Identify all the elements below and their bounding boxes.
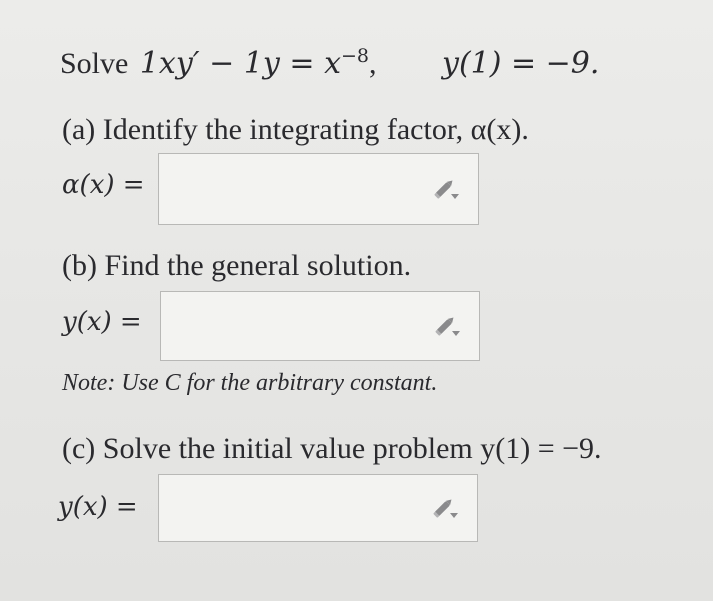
equation: 1xy′ − 1y = x <box>139 46 341 81</box>
pencil-edit-icon[interactable] <box>433 315 461 337</box>
part-b-prompt: (b) Find the general solution. <box>62 249 412 282</box>
equation-exponent: −8 <box>340 45 369 67</box>
part-b-answer-label: y(x) = <box>62 307 142 337</box>
worksheet-page: Solve 1xy′ − 1y = x−8, y(1) = −9. (a) Id… <box>0 0 713 601</box>
part-b-note: Note: Use C for the arbitrary constant. <box>62 370 438 396</box>
part-c-answer-input[interactable] <box>158 474 478 542</box>
pencil-edit-icon[interactable] <box>432 178 460 200</box>
statement-prefix: Solve <box>60 47 129 80</box>
pencil-edit-icon[interactable] <box>431 497 459 519</box>
part-a-answer-input[interactable] <box>158 153 479 225</box>
equation-separator: , <box>369 47 377 80</box>
part-c-answer-label: y(x) = <box>58 492 138 522</box>
part-a-prompt: (a) Identify the integrating factor, α(x… <box>62 113 529 146</box>
initial-condition: y(1) = −9. <box>442 46 600 81</box>
part-a-answer-label: α(x) = <box>62 170 145 200</box>
part-b-answer-input[interactable] <box>160 291 480 361</box>
problem-statement: Solve 1xy′ − 1y = x−8, y(1) = −9. <box>60 47 599 79</box>
part-c-prompt: (c) Solve the initial value problem y(1)… <box>62 432 602 465</box>
